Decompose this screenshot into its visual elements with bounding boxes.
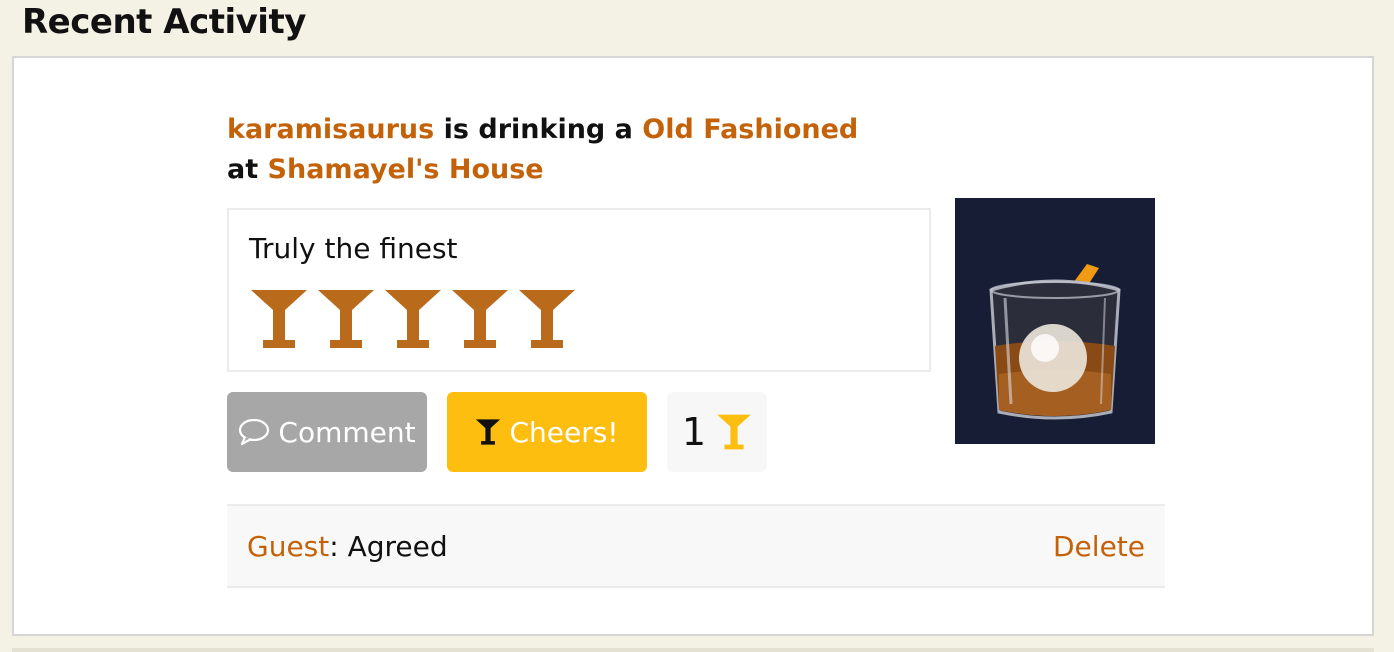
martini-glass-icon [717, 414, 751, 450]
cheers-button-label: Cheers! [509, 415, 619, 449]
delete-comment-button[interactable]: Delete [1053, 530, 1145, 563]
rating [249, 288, 577, 350]
martini-glass-icon [476, 419, 501, 445]
rating-glass-icon [318, 290, 374, 348]
cheers-button[interactable]: Cheers! [447, 392, 647, 472]
drink-link[interactable]: Old Fashioned [642, 114, 858, 145]
activity-headline: karamisaurus is drinking a Old Fashioned… [227, 110, 858, 190]
rating-glass-icon [385, 290, 441, 348]
venue-link[interactable]: Shamayel's House [268, 154, 544, 185]
verb-text: is drinking a [443, 114, 633, 145]
at-text: at [227, 154, 259, 185]
divider [12, 648, 1374, 652]
review-box: Truly the finest [227, 208, 931, 372]
comment-button-label: Comment [278, 415, 416, 449]
comment-separator: : [329, 530, 348, 563]
cheers-count-value: 1 [681, 410, 707, 454]
activity-card: karamisaurus is drinking a Old Fashioned… [12, 56, 1374, 636]
section-title: Recent Activity [22, 2, 306, 42]
comment-author-link[interactable]: Guest [247, 530, 329, 563]
comment-button[interactable]: Comment [227, 392, 427, 472]
user-link[interactable]: karamisaurus [227, 114, 434, 145]
review-text: Truly the finest [249, 232, 458, 265]
comment-text: Guest: Agreed [247, 530, 448, 563]
rating-glass-icon [251, 290, 307, 348]
comment-body: Agreed [347, 530, 448, 563]
cheers-count[interactable]: 1 [667, 392, 767, 472]
drink-photo [955, 198, 1155, 444]
rating-glass-icon [452, 290, 508, 348]
speech-bubble-icon [239, 418, 270, 446]
rating-glass-icon [519, 290, 575, 348]
comment-row: Guest: Agreed Delete [227, 504, 1165, 588]
